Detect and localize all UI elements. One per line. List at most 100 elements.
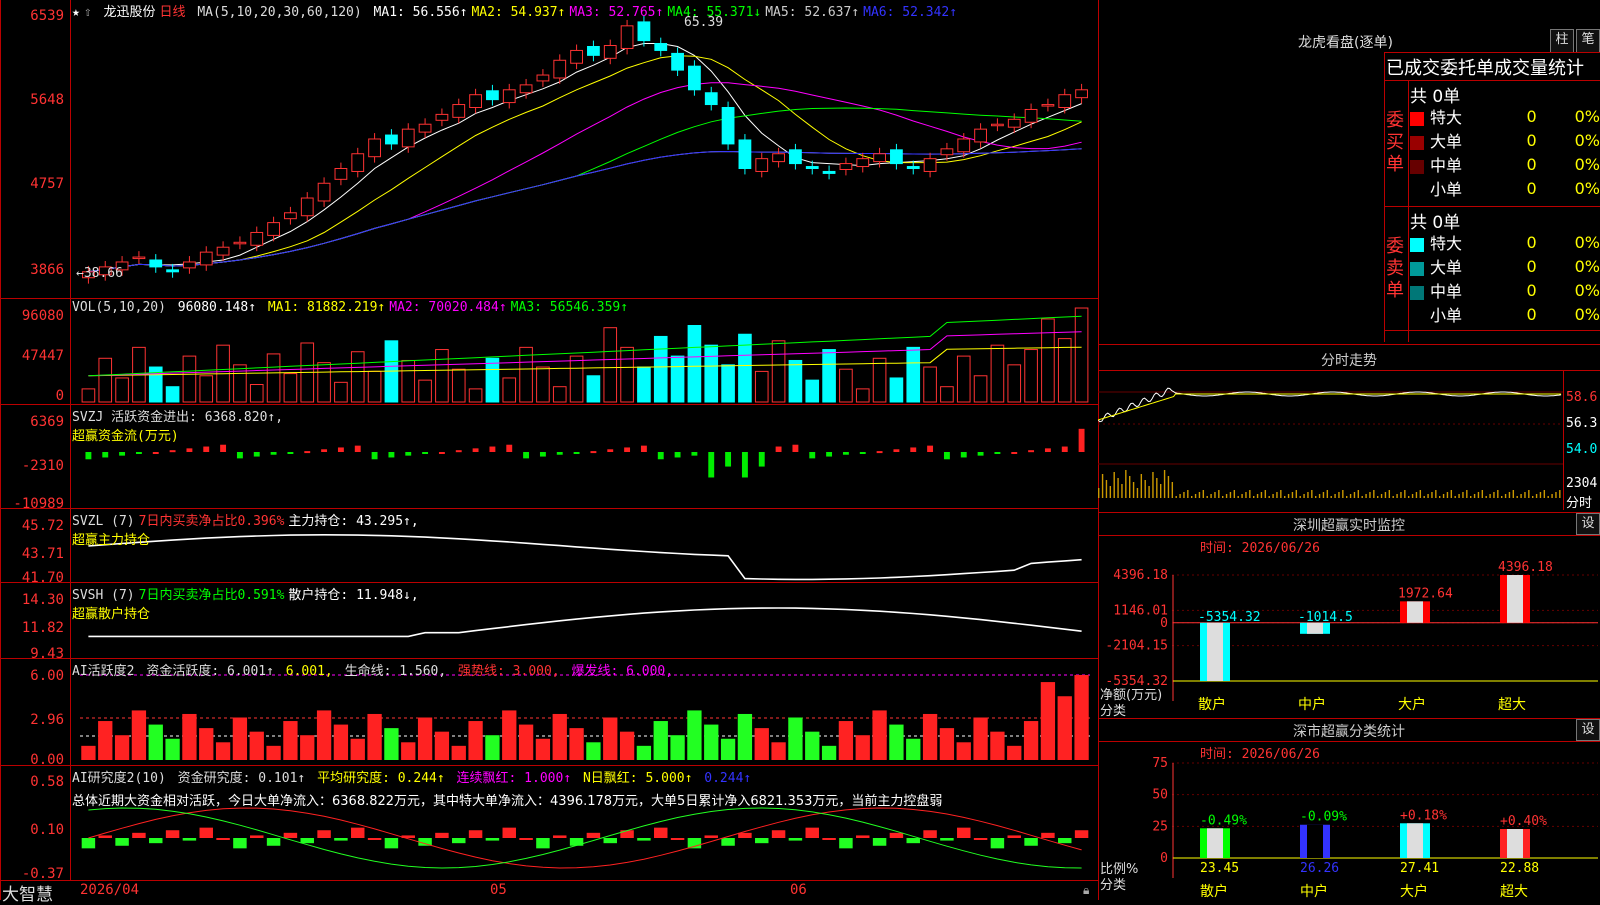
intra-vol-bar-170	[1427, 494, 1429, 498]
sz-class-settings-button[interactable]: 设	[1576, 719, 1600, 741]
svzj-bar-10	[253, 452, 260, 457]
vol-bar-54	[990, 344, 1005, 403]
intra-vol-bar-94	[1280, 490, 1282, 498]
vol-tick-1: 47447	[21, 348, 64, 364]
ai1-bar-33	[636, 745, 652, 760]
svsh-tick-0: 14.30	[21, 592, 64, 608]
vol-bar-0	[81, 388, 96, 403]
intra-vol-bar-142	[1373, 490, 1375, 498]
intraday-axis-1: 56.3	[1566, 416, 1598, 431]
svzj-bar-50	[927, 445, 934, 452]
ai2-tick-1: 0.10	[30, 822, 64, 838]
intra-vol-bar-174	[1435, 490, 1437, 498]
vol-bar-58	[1057, 338, 1072, 403]
ai1-tick-1: 2.96	[30, 712, 64, 728]
candle-18	[385, 134, 398, 145]
candle-32	[620, 25, 634, 49]
order-type: 大单	[1430, 132, 1463, 151]
vol-bar-56	[1024, 349, 1038, 403]
intra-vol-bar-238	[1559, 490, 1561, 498]
intra-vol-bar-80	[1253, 496, 1255, 498]
intraday-chart	[1098, 387, 1563, 498]
svzj-bar-33	[640, 445, 647, 452]
intra-vol-bar-220	[1524, 492, 1526, 498]
cls-cat-3: 超大	[1500, 884, 1528, 900]
vol-label: VOL(5,10,20)	[72, 300, 166, 315]
candle-46	[856, 158, 870, 168]
tick-view-button[interactable]: 笔	[1576, 29, 1600, 53]
order-type: 特大	[1430, 108, 1463, 127]
intra-vol-bar-72	[1237, 496, 1239, 498]
sz-bar-shine-3	[1507, 575, 1523, 623]
cls-delta-0: -0.49%	[1200, 813, 1247, 828]
intra-vol-bar-108	[1307, 492, 1309, 498]
intra-vol-bar-110	[1311, 490, 1313, 498]
sz-bar-shine-0	[1207, 622, 1223, 681]
lock-icon[interactable]: 🔒︎	[1083, 883, 1089, 898]
svzj-bar-7	[203, 446, 210, 452]
svzj-bar-14	[321, 449, 328, 452]
ai2-bar-34	[654, 827, 668, 838]
ai1-bar-1	[98, 721, 113, 760]
candle-51	[940, 148, 954, 156]
ai1-bar-31	[603, 717, 618, 760]
intra-vol-bar-64	[1222, 496, 1224, 498]
sz-monitor-xlabel: 分类	[1100, 704, 1127, 719]
intra-vol-bar-114	[1318, 494, 1321, 498]
ai1-bar-30	[586, 742, 601, 760]
intra-vol-bar-56	[1206, 496, 1208, 498]
svzj-bar-43	[809, 452, 816, 459]
vol-bar-22	[451, 368, 466, 403]
intra-vol-bar-136	[1361, 496, 1363, 498]
candle-42	[789, 149, 802, 165]
ai2-bar-38	[721, 838, 735, 846]
ai2-bar-11	[266, 838, 281, 846]
ai2-bar-12	[283, 832, 298, 838]
order-type: 中单	[1430, 156, 1463, 175]
svzl-ratio: 7日内买卖净占比0.396%	[138, 514, 285, 529]
intra-vol-bar-162	[1411, 494, 1414, 498]
intra-vol-bar-38	[1171, 482, 1174, 498]
svzj-bar-8	[220, 444, 227, 452]
ai1-a: 资金活跃度: 6.001↑	[146, 664, 274, 679]
intraday-title: 分时走势	[1321, 353, 1377, 369]
svzj-bar-45	[842, 452, 849, 455]
candle-14	[317, 182, 331, 202]
intra-vol-bar-112	[1315, 496, 1317, 498]
sz-bar-3	[1500, 575, 1530, 623]
candle-54	[991, 123, 1004, 127]
vol-bar-19	[401, 359, 416, 403]
ai2-bar-37	[704, 835, 718, 838]
sz-bar-label-2: 1972.64	[1398, 586, 1453, 601]
vol-ma-item-0: MA1: 81882.219↑	[267, 300, 386, 315]
order-type: 小单	[1430, 180, 1463, 199]
bar-view-button[interactable]: 柱	[1550, 29, 1574, 53]
ai1-bar-39	[737, 713, 753, 760]
svzj-tick-0: 6369	[30, 414, 64, 430]
vol-bar-29	[569, 355, 584, 403]
intra-vol-bar-194	[1473, 494, 1476, 498]
buy-orders-table: 特大 0 0% 大单 0 0% 中单 0 0% 小单 0 0%	[1410, 104, 1600, 200]
ai2-bar-14	[317, 830, 331, 838]
intra-vol-bar-200	[1485, 496, 1487, 498]
vol-bar-49	[906, 346, 921, 403]
ai2-bar-26	[519, 838, 533, 840]
candle-23	[469, 94, 482, 109]
sz-monitor-settings-button[interactable]: 设	[1576, 513, 1600, 535]
candle-36	[688, 65, 701, 91]
ai2-bar-3	[132, 832, 146, 838]
sz-axis-tick-3: -2104.15	[1105, 639, 1168, 654]
vol-ma-item-2: MA3: 56546.359↑	[510, 300, 629, 315]
cls-axis-tick-2: 25	[1152, 819, 1168, 834]
vol-bar-24	[485, 357, 500, 403]
intra-vol-bar-68	[1229, 492, 1232, 498]
svzj-bar-44	[826, 452, 833, 457]
cls-cat-2: 大户	[1400, 883, 1428, 900]
ai2-prefix: AI研究度2(10)	[72, 771, 166, 786]
ai2-bar-31	[603, 838, 617, 844]
sz-class-xlabel: 分类	[1100, 878, 1127, 893]
intra-vol-bar-128	[1346, 496, 1348, 498]
ai1-bar-9	[232, 717, 248, 760]
intra-vol-bar-28	[1152, 472, 1154, 498]
ai2-bar-43	[805, 827, 819, 838]
